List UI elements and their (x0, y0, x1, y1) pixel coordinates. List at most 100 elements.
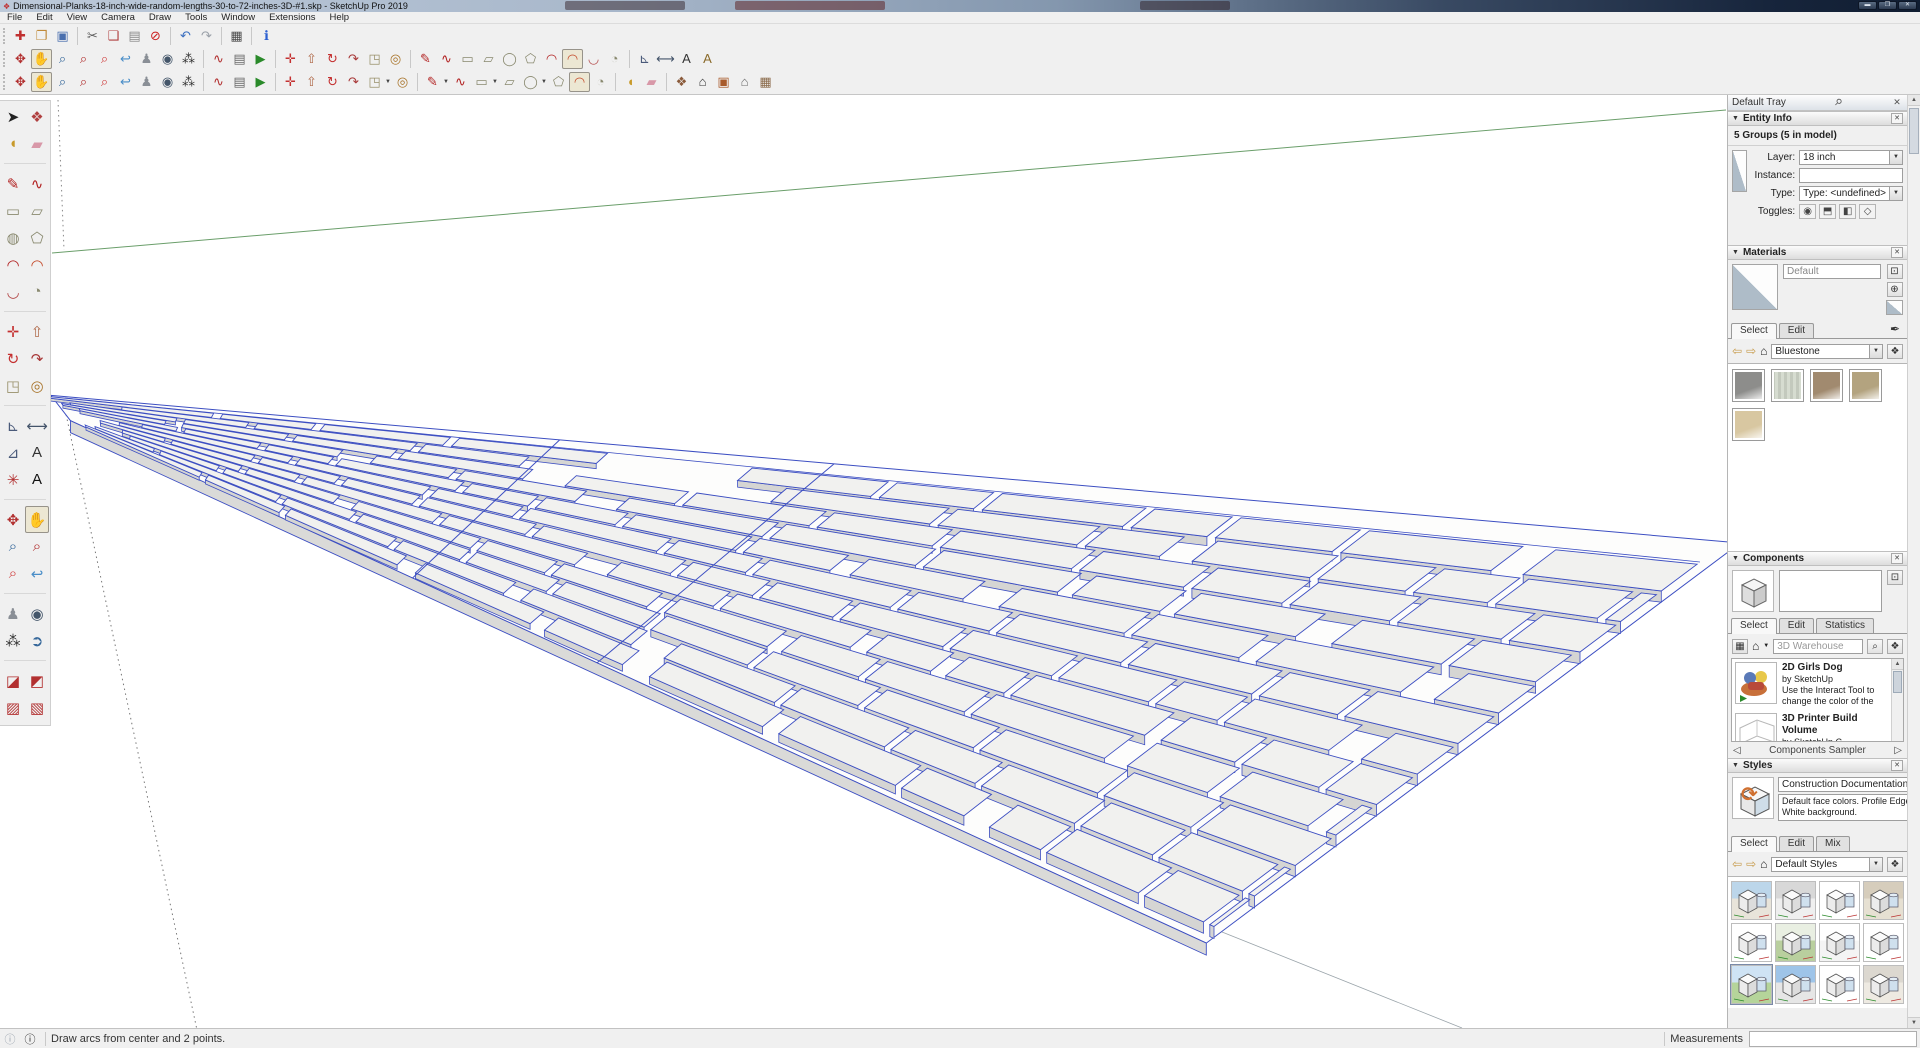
style-thumbnail[interactable] (1863, 965, 1904, 1004)
move-icon[interactable]: ✛ (1, 318, 25, 345)
material-swatch[interactable] (1810, 369, 1843, 402)
arc-icon[interactable]: ◠ (541, 49, 562, 69)
styles-tab-mix[interactable]: Mix (1816, 836, 1850, 851)
pie-icon[interactable]: ◔ (590, 72, 611, 92)
line-icon[interactable]: ✎ (422, 72, 443, 92)
pan-icon[interactable]: ✋ (31, 48, 52, 69)
position-camera-icon[interactable]: ♟ (136, 49, 157, 69)
chevron-down-icon[interactable]: ▼ (443, 79, 450, 85)
arc-icon[interactable]: ◠ (1, 251, 25, 278)
offset-icon[interactable]: ◎ (25, 372, 49, 399)
export-icon[interactable]: ▶ (250, 72, 271, 92)
measurements-input[interactable] (1749, 1030, 1917, 1047)
undo-icon[interactable]: ↶ (175, 26, 196, 46)
orbit-icon[interactable]: ✥ (10, 72, 31, 92)
offset-icon[interactable]: ◎ (392, 72, 413, 92)
follow-me-icon[interactable]: ↷ (343, 72, 364, 92)
rectangle-icon[interactable]: ▭ (1, 197, 25, 224)
look-around-icon[interactable]: ◉ (157, 49, 178, 69)
style-thumbnail[interactable] (1863, 923, 1904, 962)
styles-header[interactable]: ▼ Styles ✕ (1728, 758, 1907, 773)
details-icon[interactable]: ❖ (1887, 856, 1903, 872)
zoom-window-icon[interactable]: ⌕ (73, 72, 94, 92)
details-icon[interactable]: ❖ (1887, 343, 1903, 359)
rotate-icon[interactable]: ↻ (322, 49, 343, 69)
look-around-icon[interactable]: ◉ (157, 72, 178, 92)
three-point-arc-icon[interactable]: ◡ (583, 49, 604, 69)
style-thumbnail[interactable] (1819, 965, 1860, 1004)
component-result-item[interactable]: 3D Printer Build Volume by SketchUp C (1732, 710, 1903, 741)
open-icon[interactable]: ❐ (31, 26, 52, 46)
orbit-icon[interactable]: ✥ (1, 506, 25, 533)
styles-collection-dropdown[interactable]: Default Styles ▼ (1771, 856, 1883, 872)
next-collection-icon[interactable]: ▷ (1894, 745, 1902, 756)
menu-tools[interactable]: Tools (178, 12, 214, 23)
menu-help[interactable]: Help (323, 12, 357, 23)
text-icon[interactable]: A (25, 439, 49, 466)
materials-collection-dropdown[interactable]: Bluestone ▼ (1771, 343, 1883, 359)
menu-file[interactable]: File (0, 12, 29, 23)
protractor-icon[interactable]: ⊿ (1, 439, 25, 466)
3d-text-icon[interactable]: A (697, 49, 718, 69)
freehand-icon[interactable]: ∿ (436, 49, 457, 69)
components-close-icon[interactable]: ✕ (1891, 553, 1903, 564)
search-icon[interactable]: ⌕ (1867, 638, 1883, 654)
tape-measure-icon[interactable]: ⊾ (634, 49, 655, 69)
tape-measure-icon[interactable]: ⊾ (1, 412, 25, 439)
components-tab-statistics[interactable]: Statistics (1816, 618, 1875, 633)
model-info-icon[interactable]: ℹ (256, 26, 277, 46)
style-thumbnail[interactable] (1863, 881, 1904, 920)
pin-icon[interactable]: ⚲ (1830, 95, 1846, 111)
rotated-rectangle-icon[interactable]: ▱ (25, 197, 49, 224)
display-pane-icon[interactable]: ⊡ (1887, 570, 1903, 585)
rectangle-icon[interactable]: ▭ (471, 72, 492, 92)
styles-tab-select[interactable]: Select (1731, 836, 1777, 852)
share-icon[interactable]: ⌂ (734, 72, 755, 92)
model-viewport[interactable] (0, 95, 1920, 1028)
chevron-down-icon[interactable]: ▼ (1889, 186, 1903, 201)
two-point-arc-icon[interactable]: ◠ (562, 48, 583, 69)
walk-icon[interactable]: ⁂ (178, 49, 199, 69)
warehouse-icon[interactable]: ▣ (713, 72, 734, 92)
menu-view[interactable]: View (60, 12, 94, 23)
style-thumbnail[interactable] (1775, 923, 1816, 962)
move-icon[interactable]: ✛ (280, 49, 301, 69)
zoom-icon[interactable]: ⌕ (1, 533, 25, 560)
instance-field[interactable] (1799, 168, 1903, 183)
scale-icon[interactable]: ◳ (1, 372, 25, 399)
material-swatch[interactable] (1849, 369, 1882, 402)
chevron-down-icon[interactable]: ▼ (1889, 150, 1903, 165)
prev-collection-icon[interactable]: ◁ (1733, 745, 1741, 756)
make-component-icon[interactable]: ❖ (25, 103, 49, 130)
rotated-rectangle-icon[interactable]: ▱ (478, 49, 499, 69)
curve-icon[interactable]: ∿ (208, 49, 229, 69)
in-model-icon[interactable]: ⌂ (1752, 639, 1759, 653)
offset-icon[interactable]: ◎ (385, 49, 406, 69)
style-thumbnail[interactable] (1731, 881, 1772, 920)
curve-icon[interactable]: ∿ (208, 72, 229, 92)
pie-icon[interactable]: ◔ (25, 278, 49, 305)
section-display-icon[interactable]: ◩ (25, 667, 49, 694)
pan-icon[interactable]: ✋ (25, 506, 49, 533)
section-fill-icon[interactable]: ▨ (1, 694, 25, 721)
circle-icon[interactable]: ◯ (499, 49, 520, 69)
material-name-field[interactable]: Default (1783, 264, 1881, 279)
walk-icon[interactable]: ⁂ (1, 627, 25, 654)
extension-icon[interactable]: ▦ (755, 72, 776, 92)
style-thumbnail[interactable] (1819, 923, 1860, 962)
position-camera-icon[interactable]: ♟ (1, 600, 25, 627)
chevron-down-icon[interactable]: ▼ (1869, 343, 1883, 359)
menu-window[interactable]: Window (214, 12, 262, 23)
rectangle-icon[interactable]: ▭ (457, 49, 478, 69)
rotated-rectangle-icon[interactable]: ▱ (499, 72, 520, 92)
material-swatch[interactable] (1732, 369, 1765, 402)
cast-shadows-icon[interactable]: ◇ (1859, 204, 1877, 219)
text-frame-icon[interactable]: ▤ (229, 49, 250, 69)
text-icon[interactable]: A (676, 49, 697, 69)
zoom-previous-icon[interactable]: ↩ (25, 560, 49, 587)
circle-icon[interactable]: ◯ (520, 72, 541, 92)
paint-bucket-icon[interactable]: ◖ (620, 72, 641, 92)
style-thumbnail[interactable] (1775, 965, 1816, 1004)
circle-icon[interactable]: ◍ (1, 224, 25, 251)
component-list-scrollbar[interactable]: ▲ (1891, 659, 1903, 741)
